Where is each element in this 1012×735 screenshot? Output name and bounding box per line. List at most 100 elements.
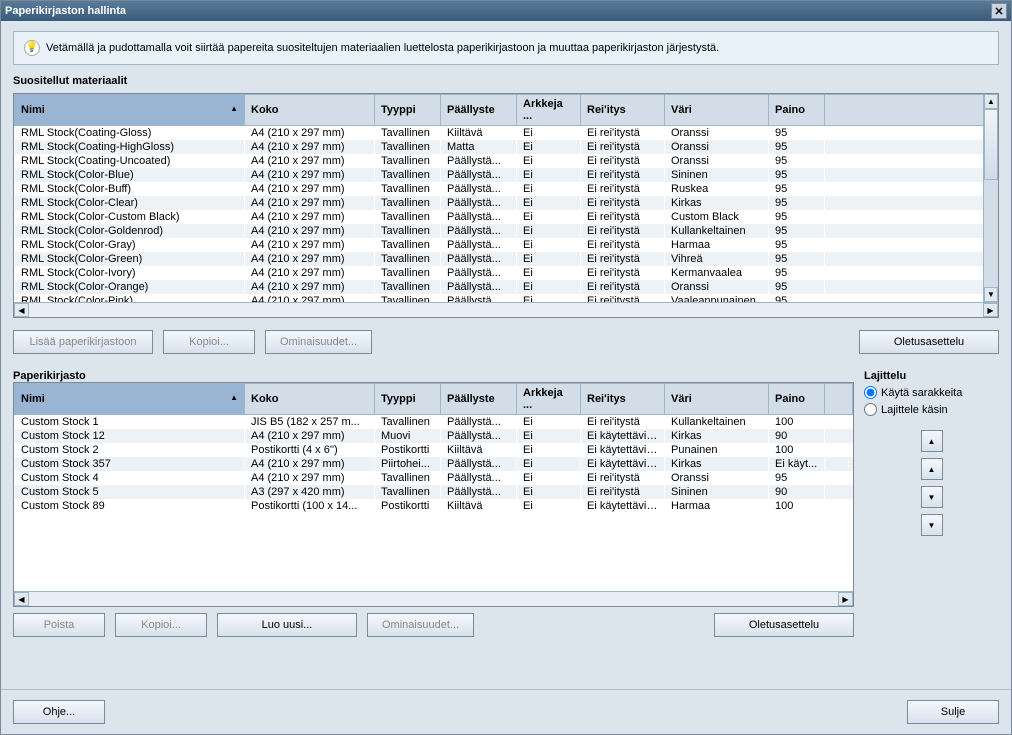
cell-tyyppi: Tavallinen	[375, 196, 441, 210]
remove-button[interactable]: Poista	[13, 613, 105, 637]
cell-reiitys: Ei rei'itystä	[581, 140, 665, 154]
table-row[interactable]: RML Stock(Coating-Uncoated)A4 (210 x 297…	[15, 154, 998, 168]
table-row[interactable]: Custom Stock 1JIS B5 (182 x 257 m...Tava…	[15, 415, 853, 430]
table-row[interactable]: RML Stock(Coating-Gloss)A4 (210 x 297 mm…	[15, 126, 998, 141]
column-header-paallyste[interactable]: Päällyste	[441, 384, 517, 415]
scroll-left-icon[interactable]: ◀	[14, 592, 29, 606]
properties-recommended-button[interactable]: Ominaisuudet...	[265, 330, 372, 354]
table-row[interactable]: Custom Stock 89Postikortti (100 x 14...P…	[15, 499, 853, 513]
cell-nimi: RML Stock(Color-Pink)	[15, 294, 245, 302]
close-button[interactable]: Sulje	[907, 700, 999, 724]
copy-library-button[interactable]: Kopioi...	[115, 613, 207, 637]
scroll-down-icon[interactable]: ▼	[984, 287, 998, 302]
cell-nimi: Custom Stock 12	[15, 429, 245, 443]
scroll-thumb[interactable]	[29, 303, 983, 317]
cell-paallyste: Päällystä...	[441, 154, 517, 168]
table-row[interactable]: RML Stock(Color-Buff)A4 (210 x 297 mm)Ta…	[15, 182, 998, 196]
use-columns-radio-label[interactable]: Käytä sarakkeita	[864, 386, 999, 399]
cell-tyyppi: Tavallinen	[375, 182, 441, 196]
table-row[interactable]: Custom Stock 4A4 (210 x 297 mm)Tavalline…	[15, 471, 853, 485]
move-down-button[interactable]: ▼	[921, 486, 943, 508]
column-header-tyyppi[interactable]: Tyyppi	[375, 384, 441, 415]
column-header-reiitys[interactable]: Rei'itys	[581, 95, 665, 126]
recommended-horizontal-scrollbar[interactable]: ◀ ▶	[14, 302, 998, 317]
add-to-library-button[interactable]: Lisää paperikirjastoon	[13, 330, 153, 354]
double-chevron-up-icon: ▲	[928, 437, 936, 446]
column-header-reiitys[interactable]: Rei'itys	[581, 384, 665, 415]
column-header-koko[interactable]: Koko	[245, 384, 375, 415]
create-new-button[interactable]: Luo uusi...	[217, 613, 357, 637]
cell-reiitys: Ei rei'itystä	[581, 471, 665, 485]
column-header-paino[interactable]: Paino	[769, 95, 825, 126]
help-button[interactable]: Ohje...	[13, 700, 105, 724]
column-header-vari[interactable]: Väri	[665, 384, 769, 415]
recommended-vertical-scrollbar[interactable]: ▲ ▼	[983, 94, 998, 302]
sort-manually-radio[interactable]	[864, 403, 877, 416]
library-horizontal-scrollbar[interactable]: ◀ ▶	[14, 591, 853, 606]
table-row[interactable]: Custom Stock 12A4 (210 x 297 mm)MuoviPää…	[15, 429, 853, 443]
properties-library-button[interactable]: Ominaisuudet...	[367, 613, 474, 637]
cell-tyyppi: Muovi	[375, 429, 441, 443]
cell-nimi: RML Stock(Color-Blue)	[15, 168, 245, 182]
cell-tyyppi: Postikortti	[375, 499, 441, 513]
cell-paallyste: Päällystä...	[441, 182, 517, 196]
move-top-button[interactable]: ▲	[921, 430, 943, 452]
column-header-koko[interactable]: Koko	[245, 95, 375, 126]
table-row[interactable]: RML Stock(Color-Ivory)A4 (210 x 297 mm)T…	[15, 266, 998, 280]
cell-vari: Kirkas	[665, 196, 769, 210]
table-row[interactable]: RML Stock(Color-Gray)A4 (210 x 297 mm)Ta…	[15, 238, 998, 252]
cell-tyyppi: Tavallinen	[375, 415, 441, 430]
cell-paino: 95	[769, 471, 825, 485]
column-header-paallyste[interactable]: Päällyste	[441, 95, 517, 126]
column-header-nimi[interactable]: Nimi▲	[15, 384, 245, 415]
scroll-left-icon[interactable]: ◀	[14, 303, 29, 317]
table-row[interactable]: Custom Stock 5A3 (297 x 420 mm)Tavalline…	[15, 485, 853, 499]
cell-nimi: Custom Stock 4	[15, 471, 245, 485]
column-header-vari[interactable]: Väri	[665, 95, 769, 126]
cell-koko: A4 (210 x 297 mm)	[245, 238, 375, 252]
cell-vari: Kirkas	[665, 457, 769, 471]
close-icon[interactable]: ✕	[991, 3, 1007, 19]
cell-paallyste: Päällystä...	[441, 485, 517, 499]
titlebar: Paperikirjaston hallinta ✕	[1, 1, 1011, 21]
table-row[interactable]: Custom Stock 2Postikortti (4 x 6'')Posti…	[15, 443, 853, 457]
column-header-nimi[interactable]: Nimi▲	[15, 95, 245, 126]
column-header-blank[interactable]	[825, 95, 998, 126]
table-row[interactable]: RML Stock(Color-Clear)A4 (210 x 297 mm)T…	[15, 196, 998, 210]
copy-recommended-button[interactable]: Kopioi...	[163, 330, 255, 354]
default-layout-library-button[interactable]: Oletusasettelu	[714, 613, 854, 637]
column-header-tyyppi[interactable]: Tyyppi	[375, 95, 441, 126]
table-row[interactable]: RML Stock(Color-Blue)A4 (210 x 297 mm)Ta…	[15, 168, 998, 182]
column-header-blank[interactable]	[825, 384, 853, 415]
move-up-button[interactable]: ▲	[921, 458, 943, 480]
table-row[interactable]: RML Stock(Color-Goldenrod)A4 (210 x 297 …	[15, 224, 998, 238]
cell-vari: Kermanvaalea	[665, 266, 769, 280]
table-row[interactable]: Custom Stock 357A4 (210 x 297 mm)Piirtoh…	[15, 457, 853, 471]
cell-arkkeja: Ei	[517, 210, 581, 224]
cell-tyyppi: Piirtohei...	[375, 457, 441, 471]
cell-arkkeja: Ei	[517, 168, 581, 182]
scroll-thumb[interactable]	[984, 109, 998, 180]
move-bottom-button[interactable]: ▼	[921, 514, 943, 536]
table-row[interactable]: RML Stock(Color-Green)A4 (210 x 297 mm)T…	[15, 252, 998, 266]
scroll-up-icon[interactable]: ▲	[984, 94, 998, 109]
cell-vari: Vaaleanpunainen	[665, 294, 769, 302]
sort-asc-icon: ▲	[230, 104, 238, 113]
column-header-arkkeja[interactable]: Arkkeja ...	[517, 95, 581, 126]
cell-nimi: RML Stock(Color-Clear)	[15, 196, 245, 210]
scroll-right-icon[interactable]: ▶	[838, 592, 853, 606]
column-header-paino[interactable]: Paino	[769, 384, 825, 415]
table-row[interactable]: RML Stock(Color-Custom Black)A4 (210 x 2…	[15, 210, 998, 224]
default-layout-recommended-button[interactable]: Oletusasettelu	[859, 330, 999, 354]
table-row[interactable]: RML Stock(Color-Pink)A4 (210 x 297 mm)Ta…	[15, 294, 998, 302]
scroll-thumb[interactable]	[29, 592, 838, 606]
table-row[interactable]: RML Stock(Color-Orange)A4 (210 x 297 mm)…	[15, 280, 998, 294]
table-row[interactable]: RML Stock(Coating-HighGloss)A4 (210 x 29…	[15, 140, 998, 154]
sort-manually-radio-label[interactable]: Lajittele käsin	[864, 403, 999, 416]
scroll-right-icon[interactable]: ▶	[983, 303, 998, 317]
cell-paallyste: Päällystä...	[441, 224, 517, 238]
cell-arkkeja: Ei	[517, 294, 581, 302]
column-header-arkkeja[interactable]: Arkkeja ...	[517, 384, 581, 415]
use-columns-radio[interactable]	[864, 386, 877, 399]
paper-library-window: Paperikirjaston hallinta ✕ 💡 Vetämällä j…	[0, 0, 1012, 735]
